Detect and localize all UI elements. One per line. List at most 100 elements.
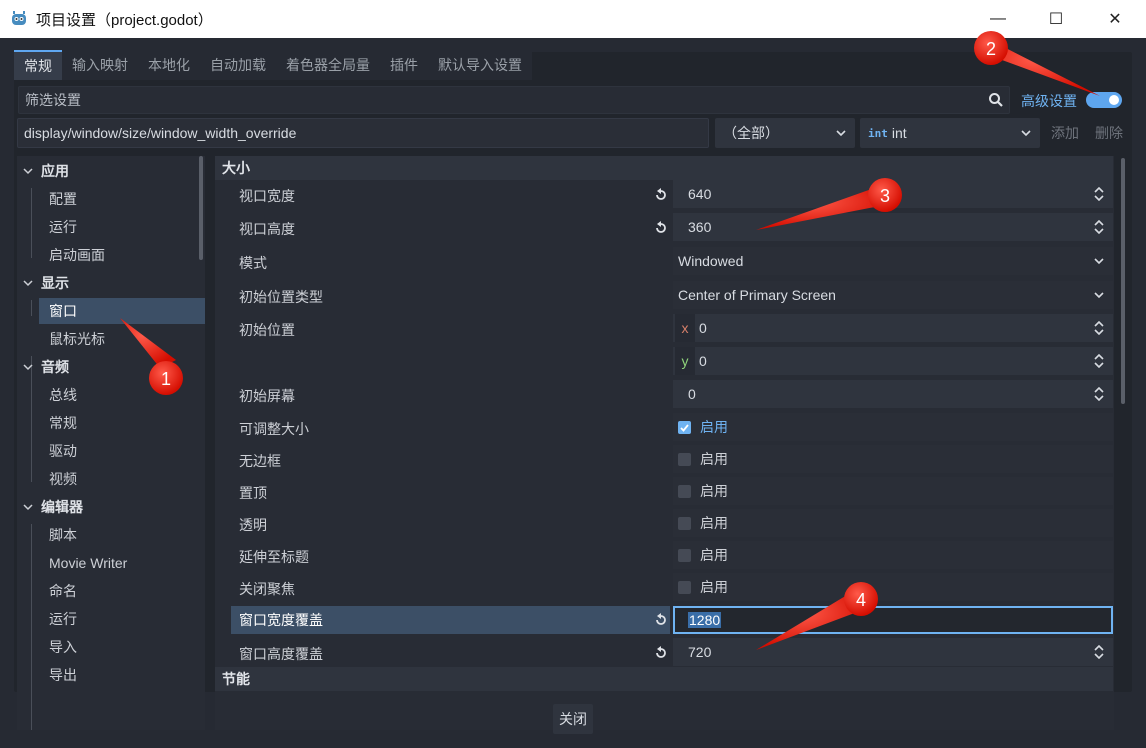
checkbox-checked[interactable] — [678, 420, 691, 434]
scrollbar-thumb[interactable] — [1121, 158, 1125, 404]
spinner-arrows-icon[interactable] — [1093, 387, 1105, 401]
enable-label: 启用 — [700, 483, 728, 499]
filter-settings-input[interactable]: 筛选设置 — [18, 86, 1010, 114]
revert-icon[interactable] — [654, 188, 668, 202]
tab-import-defaults[interactable]: 默认导入设置 — [428, 50, 532, 80]
feature-scope-dropdown[interactable]: （全部） — [715, 118, 855, 148]
viewport-width-field[interactable]: 640 — [673, 180, 1113, 208]
window-width-override-text: 窗口宽度覆盖 — [239, 612, 323, 628]
tree-item-naming[interactable]: 命名 — [39, 578, 205, 604]
spinner-arrows-icon[interactable] — [1093, 187, 1105, 201]
type-dropdown[interactable]: int int — [860, 118, 1040, 148]
tree-scrollbar[interactable] — [199, 156, 203, 260]
tree-item-buses[interactable]: 总线 — [39, 382, 205, 408]
revert-icon[interactable] — [654, 613, 668, 627]
tree-item-movie-writer[interactable]: Movie Writer — [39, 550, 205, 576]
borderless-label: 无边框 — [239, 453, 281, 469]
viewport-height-label: 视口高度 — [239, 221, 295, 237]
advanced-settings-label: 高级设置 — [1021, 93, 1077, 109]
tree-item-general[interactable]: 常规 — [39, 410, 205, 436]
always-on-top-checkbox-row[interactable]: 启用 — [673, 477, 1113, 505]
chevron-down-icon — [23, 168, 33, 175]
tree-item-window[interactable]: 窗口 — [39, 298, 205, 324]
tab-shader-globals[interactable]: 着色器全局量 — [276, 50, 380, 80]
revert-icon[interactable] — [654, 221, 668, 235]
tree-guide — [31, 300, 32, 316]
initial-position-y-field[interactable]: y 0 — [673, 347, 1113, 375]
tree-section-application[interactable]: 应用 — [17, 158, 69, 184]
tree-item-run[interactable]: 运行 — [39, 214, 205, 240]
mode-label: 模式 — [239, 255, 267, 271]
tree-section-display[interactable]: 显示 — [17, 270, 69, 296]
initial-position-x-value: 0 — [699, 320, 707, 336]
revert-icon[interactable] — [654, 646, 668, 660]
tree-item-mouse-cursor[interactable]: 鼠标光标 — [39, 326, 205, 352]
search-icon[interactable] — [988, 92, 1004, 108]
tab-localization[interactable]: 本地化 — [138, 50, 200, 80]
close-button[interactable]: 关闭 — [553, 704, 593, 734]
checkbox-unchecked[interactable] — [678, 484, 691, 498]
maximize-button[interactable]: ☐ — [1033, 0, 1079, 38]
spinner-arrows-icon[interactable] — [1093, 354, 1105, 368]
tree-item-script[interactable]: 脚本 — [39, 522, 205, 548]
settings-scrollbar[interactable] — [1120, 156, 1126, 692]
minimize-icon: — — [990, 10, 1006, 27]
resizable-checkbox-row[interactable]: 启用 — [673, 413, 1113, 441]
close-window-button[interactable]: ✕ — [1092, 0, 1138, 38]
tree-item-driver[interactable]: 驱动 — [39, 438, 205, 464]
section-size-header[interactable]: 大小 — [215, 156, 1113, 180]
viewport-height-value: 360 — [688, 219, 712, 235]
filter-placeholder: 筛选设置 — [25, 92, 81, 108]
borderless-checkbox-row[interactable]: 启用 — [673, 445, 1113, 473]
checkbox-unchecked[interactable] — [678, 580, 691, 594]
spinner-arrows-icon[interactable] — [1093, 321, 1105, 335]
initial-screen-field[interactable]: 0 — [673, 380, 1113, 408]
initial-screen-value: 0 — [688, 386, 696, 402]
close-icon: ✕ — [1108, 11, 1122, 28]
enable-label: 启用 — [700, 451, 728, 467]
int-type-icon: int — [868, 126, 888, 140]
window-width-override-label[interactable]: 窗口宽度覆盖 — [231, 606, 670, 634]
viewport-height-field[interactable]: 360 — [673, 213, 1113, 241]
advanced-settings-toggle[interactable] — [1086, 92, 1122, 108]
tree-section-audio[interactable]: 音频 — [17, 354, 69, 380]
tab-input-map[interactable]: 输入映射 — [62, 50, 138, 80]
chevron-down-icon — [1094, 292, 1104, 299]
initial-position-type-dropdown[interactable]: Center of Primary Screen — [673, 281, 1113, 309]
tree-item-config[interactable]: 配置 — [39, 186, 205, 212]
transparent-checkbox-row[interactable]: 启用 — [673, 509, 1113, 537]
checkbox-unchecked[interactable] — [678, 548, 691, 562]
viewport-width-label: 视口宽度 — [239, 188, 295, 204]
checkbox-unchecked[interactable] — [678, 452, 691, 466]
x-axis-tag: x — [675, 314, 695, 342]
extend-to-title-checkbox-row[interactable]: 启用 — [673, 541, 1113, 569]
checkbox-unchecked[interactable] — [678, 516, 691, 530]
window-height-override-field[interactable]: 720 — [673, 638, 1113, 666]
tree-section-label: 音频 — [41, 359, 69, 375]
no-focus-label: 关闭聚焦 — [239, 581, 295, 597]
initial-position-x-field[interactable]: x 0 — [673, 314, 1113, 342]
settings-category-tree: 应用 配置 运行 启动画面 显示 窗口 鼠标光标 音频 总线 常规 驱动 视频 … — [17, 156, 205, 730]
tree-item-video[interactable]: 视频 — [39, 466, 205, 492]
tree-section-editor[interactable]: 编辑器 — [17, 494, 83, 520]
tree-item-import[interactable]: 导入 — [39, 634, 205, 660]
minimize-button[interactable]: — — [975, 0, 1021, 38]
tab-general[interactable]: 常规 — [14, 50, 62, 80]
delete-button[interactable]: 删除 — [1095, 118, 1123, 148]
spinner-arrows-icon[interactable] — [1093, 645, 1105, 659]
tree-section-label: 编辑器 — [41, 499, 83, 515]
tree-item-export[interactable]: 导出 — [39, 662, 205, 688]
no-focus-checkbox-row[interactable]: 启用 — [673, 573, 1113, 601]
section-energy-header[interactable]: 节能 — [215, 667, 1113, 691]
add-button[interactable]: 添加 — [1051, 118, 1079, 148]
tree-item-boot-splash[interactable]: 启动画面 — [39, 242, 205, 268]
window-height-override-value: 720 — [688, 644, 712, 660]
mode-dropdown[interactable]: Windowed — [673, 247, 1113, 275]
property-path-input[interactable]: display/window/size/window_width_overrid… — [17, 118, 709, 148]
window-width-override-input[interactable]: 1280 — [673, 606, 1113, 634]
spinner-arrows-icon[interactable] — [1093, 220, 1105, 234]
window-width-override-value: 1280 — [688, 612, 722, 628]
tree-item-editor-run[interactable]: 运行 — [39, 606, 205, 632]
tab-autoload[interactable]: 自动加载 — [200, 50, 276, 80]
tab-plugins[interactable]: 插件 — [380, 50, 428, 80]
